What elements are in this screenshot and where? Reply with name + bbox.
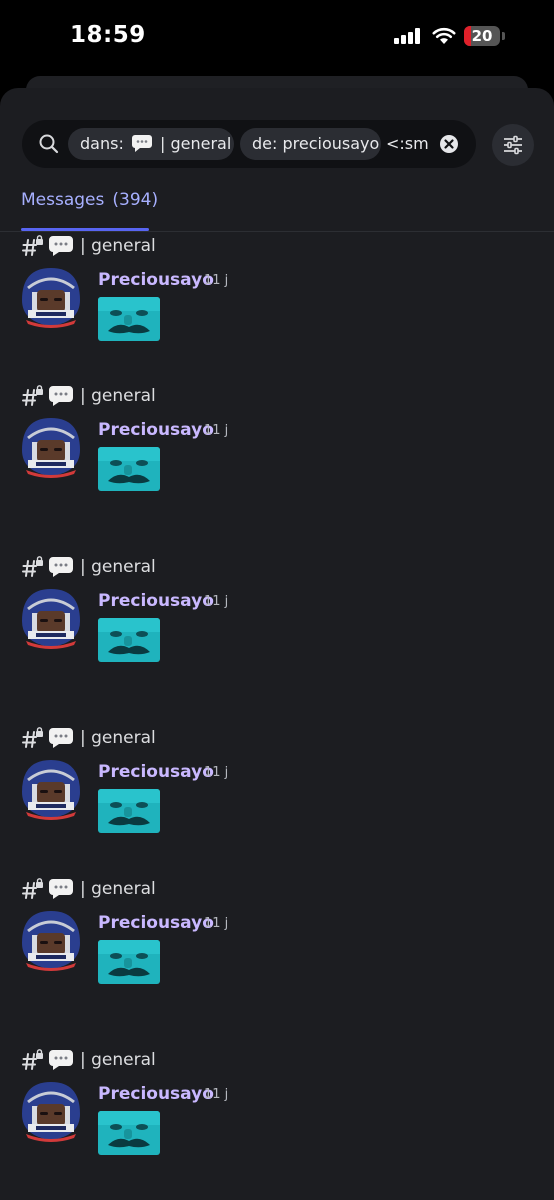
search-result[interactable]: | general Preciousayo 11 j <box>0 232 554 362</box>
result-channel-name: | general <box>80 879 156 899</box>
result-author-name[interactable]: Preciousayo <box>98 913 214 933</box>
channel-filter-prefix: dans: <box>80 134 124 153</box>
speech-bubble-icon <box>49 879 73 899</box>
image-attachment[interactable] <box>98 447 160 491</box>
search-result[interactable]: | general Preciousayo 11 j <box>0 875 554 1005</box>
result-timestamp: 11 j <box>204 273 229 288</box>
result-timestamp: 11 j <box>204 423 229 438</box>
image-attachment[interactable] <box>98 789 160 833</box>
result-timestamp: 11 j <box>204 916 229 931</box>
result-channel-name: | general <box>80 236 156 256</box>
search-bar[interactable]: dans: | general de: preciousayo <:sm <box>22 120 476 168</box>
tab-messages[interactable]: Messages (394) <box>21 190 158 210</box>
result-channel-row[interactable]: | general <box>22 875 156 903</box>
avatar[interactable] <box>18 907 84 973</box>
result-channel-name: | general <box>80 1050 156 1070</box>
speech-bubble-icon <box>131 135 152 152</box>
channel-filter-chip[interactable]: dans: | general <box>68 128 234 160</box>
result-timestamp: 11 j <box>204 1087 229 1102</box>
tab-messages-count: (394) <box>112 190 159 210</box>
avatar[interactable] <box>18 414 84 480</box>
result-author-name[interactable]: Preciousayo <box>98 420 214 440</box>
private-channel-hash-icon <box>22 727 43 748</box>
result-channel-row[interactable]: | general <box>22 724 156 752</box>
search-result[interactable]: | general Preciousayo 11 j <box>0 382 554 512</box>
result-channel-row[interactable]: | general <box>22 553 156 581</box>
speech-bubble-icon <box>49 386 73 406</box>
result-author-name[interactable]: Preciousayo <box>98 1084 214 1104</box>
private-channel-hash-icon <box>22 556 43 577</box>
result-channel-row[interactable]: | general <box>22 1046 156 1074</box>
result-author-name[interactable]: Preciousayo <box>98 762 214 782</box>
result-channel-name: | general <box>80 386 156 406</box>
clear-search-icon[interactable] <box>439 134 459 154</box>
result-author-name[interactable]: Preciousayo <box>98 270 214 290</box>
search-query-text[interactable]: <:sm <box>386 128 429 160</box>
speech-bubble-icon <box>49 1050 73 1070</box>
battery-indicator: 20 <box>464 26 506 48</box>
result-timestamp: 11 j <box>204 594 229 609</box>
channel-filter-name: | general <box>160 134 232 153</box>
result-channel-row[interactable]: | general <box>22 232 156 260</box>
speech-bubble-icon <box>49 728 73 748</box>
speech-bubble-icon <box>49 236 73 256</box>
search-result[interactable]: | general Preciousayo 11 j <box>0 553 554 683</box>
status-bar: 18:59 20 <box>0 0 554 80</box>
author-filter-chip[interactable]: de: preciousayo <box>240 128 381 160</box>
search-result[interactable]: | general Preciousayo 11 j <box>0 724 554 854</box>
avatar[interactable] <box>18 585 84 651</box>
result-channel-row[interactable]: | general <box>22 382 156 410</box>
result-author-name[interactable]: Preciousayo <box>98 591 214 611</box>
speech-bubble-icon <box>49 557 73 577</box>
status-time: 18:59 <box>70 22 146 48</box>
search-result[interactable]: | general Preciousayo 11 j <box>0 1046 554 1176</box>
battery-level: 20 <box>471 27 493 45</box>
image-attachment[interactable] <box>98 940 160 984</box>
image-attachment[interactable] <box>98 297 160 341</box>
tab-messages-label: Messages <box>21 190 105 210</box>
search-icon <box>39 134 59 154</box>
avatar[interactable] <box>18 264 84 330</box>
filter-settings-button[interactable] <box>492 124 534 166</box>
wifi-icon <box>432 27 456 44</box>
private-channel-hash-icon <box>22 235 43 256</box>
sliders-icon <box>504 135 522 155</box>
image-attachment[interactable] <box>98 1111 160 1155</box>
cellular-signal-icon <box>394 28 420 44</box>
private-channel-hash-icon <box>22 878 43 899</box>
private-channel-hash-icon <box>22 385 43 406</box>
search-results-list[interactable]: | general Preciousayo 11 j | general Pre… <box>0 232 554 1200</box>
result-channel-name: | general <box>80 728 156 748</box>
private-channel-hash-icon <box>22 1049 43 1070</box>
avatar[interactable] <box>18 756 84 822</box>
image-attachment[interactable] <box>98 618 160 662</box>
result-timestamp: 11 j <box>204 765 229 780</box>
avatar[interactable] <box>18 1078 84 1144</box>
result-channel-name: | general <box>80 557 156 577</box>
